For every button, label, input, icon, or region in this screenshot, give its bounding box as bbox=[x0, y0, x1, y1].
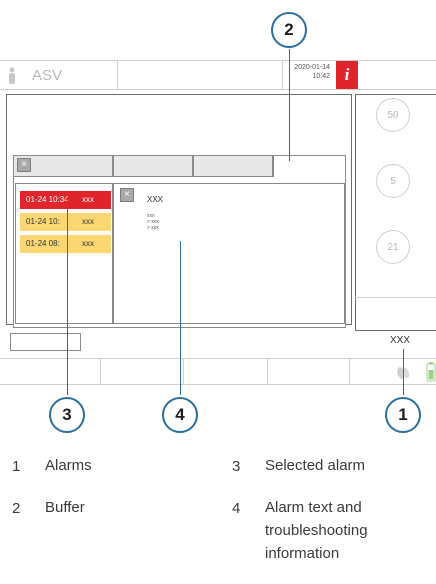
legend-label-line: information bbox=[265, 545, 340, 562]
troubleshooting-line: > xxx bbox=[147, 225, 159, 231]
legend-label: Alarm text and troubleshooting informati… bbox=[265, 496, 368, 565]
top-bar bbox=[0, 60, 436, 90]
callout-badge: 4 bbox=[162, 397, 198, 433]
tab[interactable] bbox=[193, 155, 273, 177]
monitoring-dial[interactable]: 50 bbox=[376, 98, 410, 132]
divider bbox=[183, 358, 184, 385]
callout-badge: 1 bbox=[385, 397, 421, 433]
legend-label: Alarms bbox=[45, 457, 92, 474]
alarm-text-panel bbox=[113, 183, 345, 324]
troubleshooting-text: xxx > xxx > xxx bbox=[147, 213, 159, 231]
legend-number: 3 bbox=[232, 458, 241, 475]
legend-label: Selected alarm bbox=[265, 457, 366, 474]
alarm-text: xxx bbox=[82, 239, 94, 248]
battery-icon bbox=[426, 362, 436, 382]
alarm-item[interactable]: 01-24 08: xxx bbox=[20, 235, 111, 253]
info-icon[interactable]: i bbox=[336, 61, 358, 89]
divider bbox=[117, 60, 118, 90]
alarm-datetime: 01-24 08: bbox=[26, 239, 60, 248]
monitoring-dial[interactable]: 21 bbox=[376, 230, 410, 264]
divider bbox=[355, 297, 436, 298]
legend-label-line: Alarm text and bbox=[265, 499, 362, 516]
callout-line bbox=[289, 49, 290, 161]
alarm-datetime: 01-24 10:34 bbox=[26, 195, 69, 204]
ventilation-mode[interactable]: ASV bbox=[32, 67, 62, 84]
alarm-item-selected[interactable]: 01-24 10:34 xxx bbox=[20, 191, 111, 209]
alarm-type-icon: × bbox=[120, 188, 134, 202]
divider bbox=[349, 358, 350, 385]
tab[interactable] bbox=[273, 155, 346, 177]
alarm-title: XXX bbox=[147, 195, 164, 204]
alarm-text: xxx bbox=[82, 217, 94, 226]
callout-line bbox=[67, 197, 68, 395]
legend-number: 2 bbox=[12, 500, 21, 517]
patient-icon bbox=[9, 67, 15, 84]
legend-label-line: troubleshooting bbox=[265, 522, 368, 539]
divider bbox=[267, 358, 268, 385]
divider bbox=[100, 358, 101, 385]
legend-number: 1 bbox=[12, 458, 21, 475]
alarm-datetime: 01-24 10: bbox=[26, 217, 60, 226]
alarm-item[interactable]: 01-24 10: xxx bbox=[20, 213, 111, 231]
alarm-text: xxx bbox=[82, 195, 94, 204]
tab[interactable] bbox=[113, 155, 193, 177]
callout-badge: 3 bbox=[49, 397, 85, 433]
bottom-bar bbox=[0, 358, 436, 385]
callout-line bbox=[180, 241, 181, 395]
legend-label: Buffer bbox=[45, 499, 85, 516]
status-value: XXX bbox=[389, 335, 410, 346]
monitoring-dial[interactable]: 5 bbox=[376, 164, 410, 198]
callout-line bbox=[403, 349, 404, 395]
legend-number: 4 bbox=[232, 500, 241, 517]
close-icon[interactable]: × bbox=[17, 158, 31, 172]
dialog-button[interactable] bbox=[10, 333, 81, 351]
callout-badge: 2 bbox=[271, 12, 307, 48]
